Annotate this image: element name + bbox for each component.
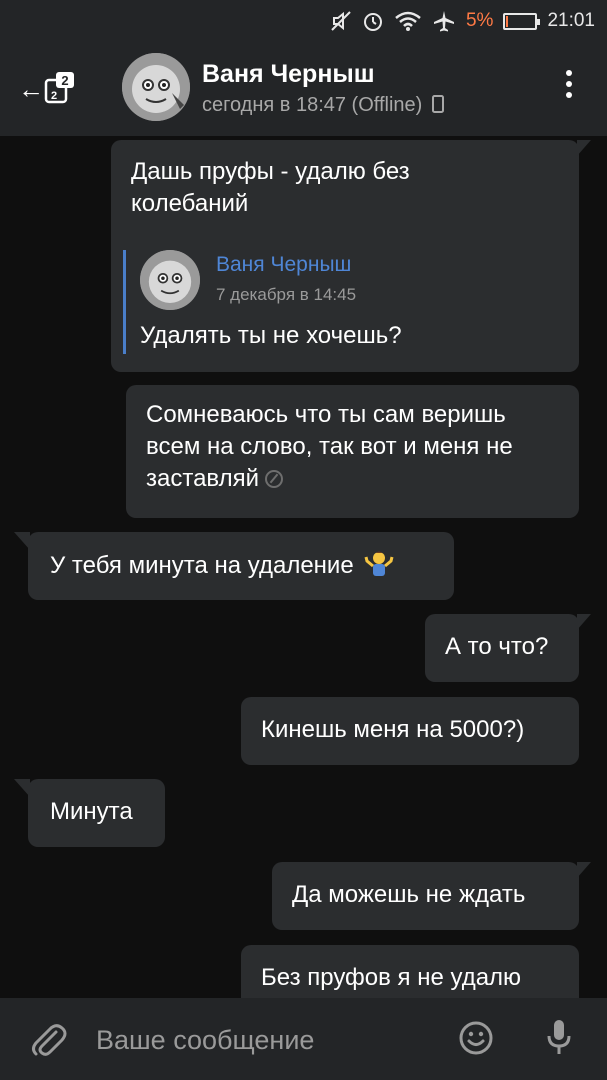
unread-badge-count: 2 (61, 73, 68, 88)
message-text: Без пруфов я не удалю (261, 964, 522, 991)
emoji-icon[interactable] (458, 1020, 494, 1056)
message-list[interactable]: Дашь пруфы - удалю без колебаний Ваня Че… (0, 136, 607, 998)
message-input[interactable] (96, 1020, 436, 1060)
message-bubble-outgoing[interactable]: Сомневаюсь что ты сам веришь всем на сло… (126, 385, 579, 518)
chat-header: ← 2 2 Ваня Черныш сегодня в 18:47 (Offli… (0, 40, 607, 136)
alarm-icon (363, 13, 382, 31)
message-bubble-outgoing[interactable]: Да можешь не ждать (272, 862, 591, 930)
last-seen: сегодня в 18:47 (Offline) (202, 94, 444, 117)
message-text: Да можешь не ждать (292, 881, 526, 908)
microphone-icon[interactable] (546, 1018, 572, 1058)
message-text: Сомневаюсь что ты сам веришь всем на сло… (146, 401, 513, 492)
more-vert-icon[interactable] (557, 70, 581, 106)
back-button[interactable]: ← 2 2 (18, 62, 78, 112)
phone-device-icon (431, 95, 444, 113)
wifi-icon (395, 11, 421, 31)
contact-avatar[interactable] (122, 53, 190, 121)
message-text: Кинешь меня на 5000?) (261, 716, 525, 743)
message-bubble-incoming[interactable]: Минута (14, 779, 165, 847)
message-bubble-incoming[interactable]: У тебя минута на удаление (14, 532, 454, 600)
battery-level (506, 15, 509, 27)
message-bubble-outgoing[interactable]: А то что? (425, 614, 591, 682)
mute-icon (331, 11, 351, 31)
compose-bar (0, 998, 607, 1080)
svg-text:2: 2 (51, 90, 57, 102)
message-text: У тебя минута на удаление (50, 552, 354, 579)
reply-date: 7 декабря в 14:45 (216, 285, 357, 304)
status-bar: 5% 21:01 (0, 0, 607, 40)
battery-percent: 5% (465, 10, 494, 31)
message-bubble-outgoing[interactable]: Без пруфов я не удалю (241, 945, 579, 998)
unread-badge-icon: 2 2 (44, 72, 74, 104)
last-seen-text: сегодня в 18:47 (Offline) (202, 94, 423, 116)
reply-avatar (140, 250, 200, 310)
reply-quote[interactable]: Ваня Черныш 7 декабря в 14:45 Удалять ты… (123, 250, 563, 354)
status-time: 21:01 (547, 10, 595, 31)
reply-text: Удалять ты не хочешь? (140, 322, 402, 349)
status-icons: 5% 21:01 (330, 8, 595, 34)
avatar-image (122, 53, 190, 121)
reply-author: Ваня Черныш (216, 253, 352, 276)
contact-name[interactable]: Ваня Черныш (202, 60, 375, 89)
message-text: Дашь пруфы - удалю без колебаний (131, 158, 410, 217)
message-text: А то что? (445, 633, 549, 660)
edited-icon (265, 470, 284, 488)
person-shrugging-emoji-icon (364, 551, 394, 576)
message-text: Минута (50, 798, 133, 825)
battery-icon (503, 12, 541, 30)
attach-icon[interactable] (28, 1020, 68, 1060)
message-bubble-outgoing[interactable]: Кинешь меня на 5000?) (241, 697, 579, 765)
message-bubble-outgoing[interactable]: Дашь пруфы - удалю без колебаний Ваня Че… (111, 140, 591, 372)
airplane-mode-icon (433, 11, 454, 32)
